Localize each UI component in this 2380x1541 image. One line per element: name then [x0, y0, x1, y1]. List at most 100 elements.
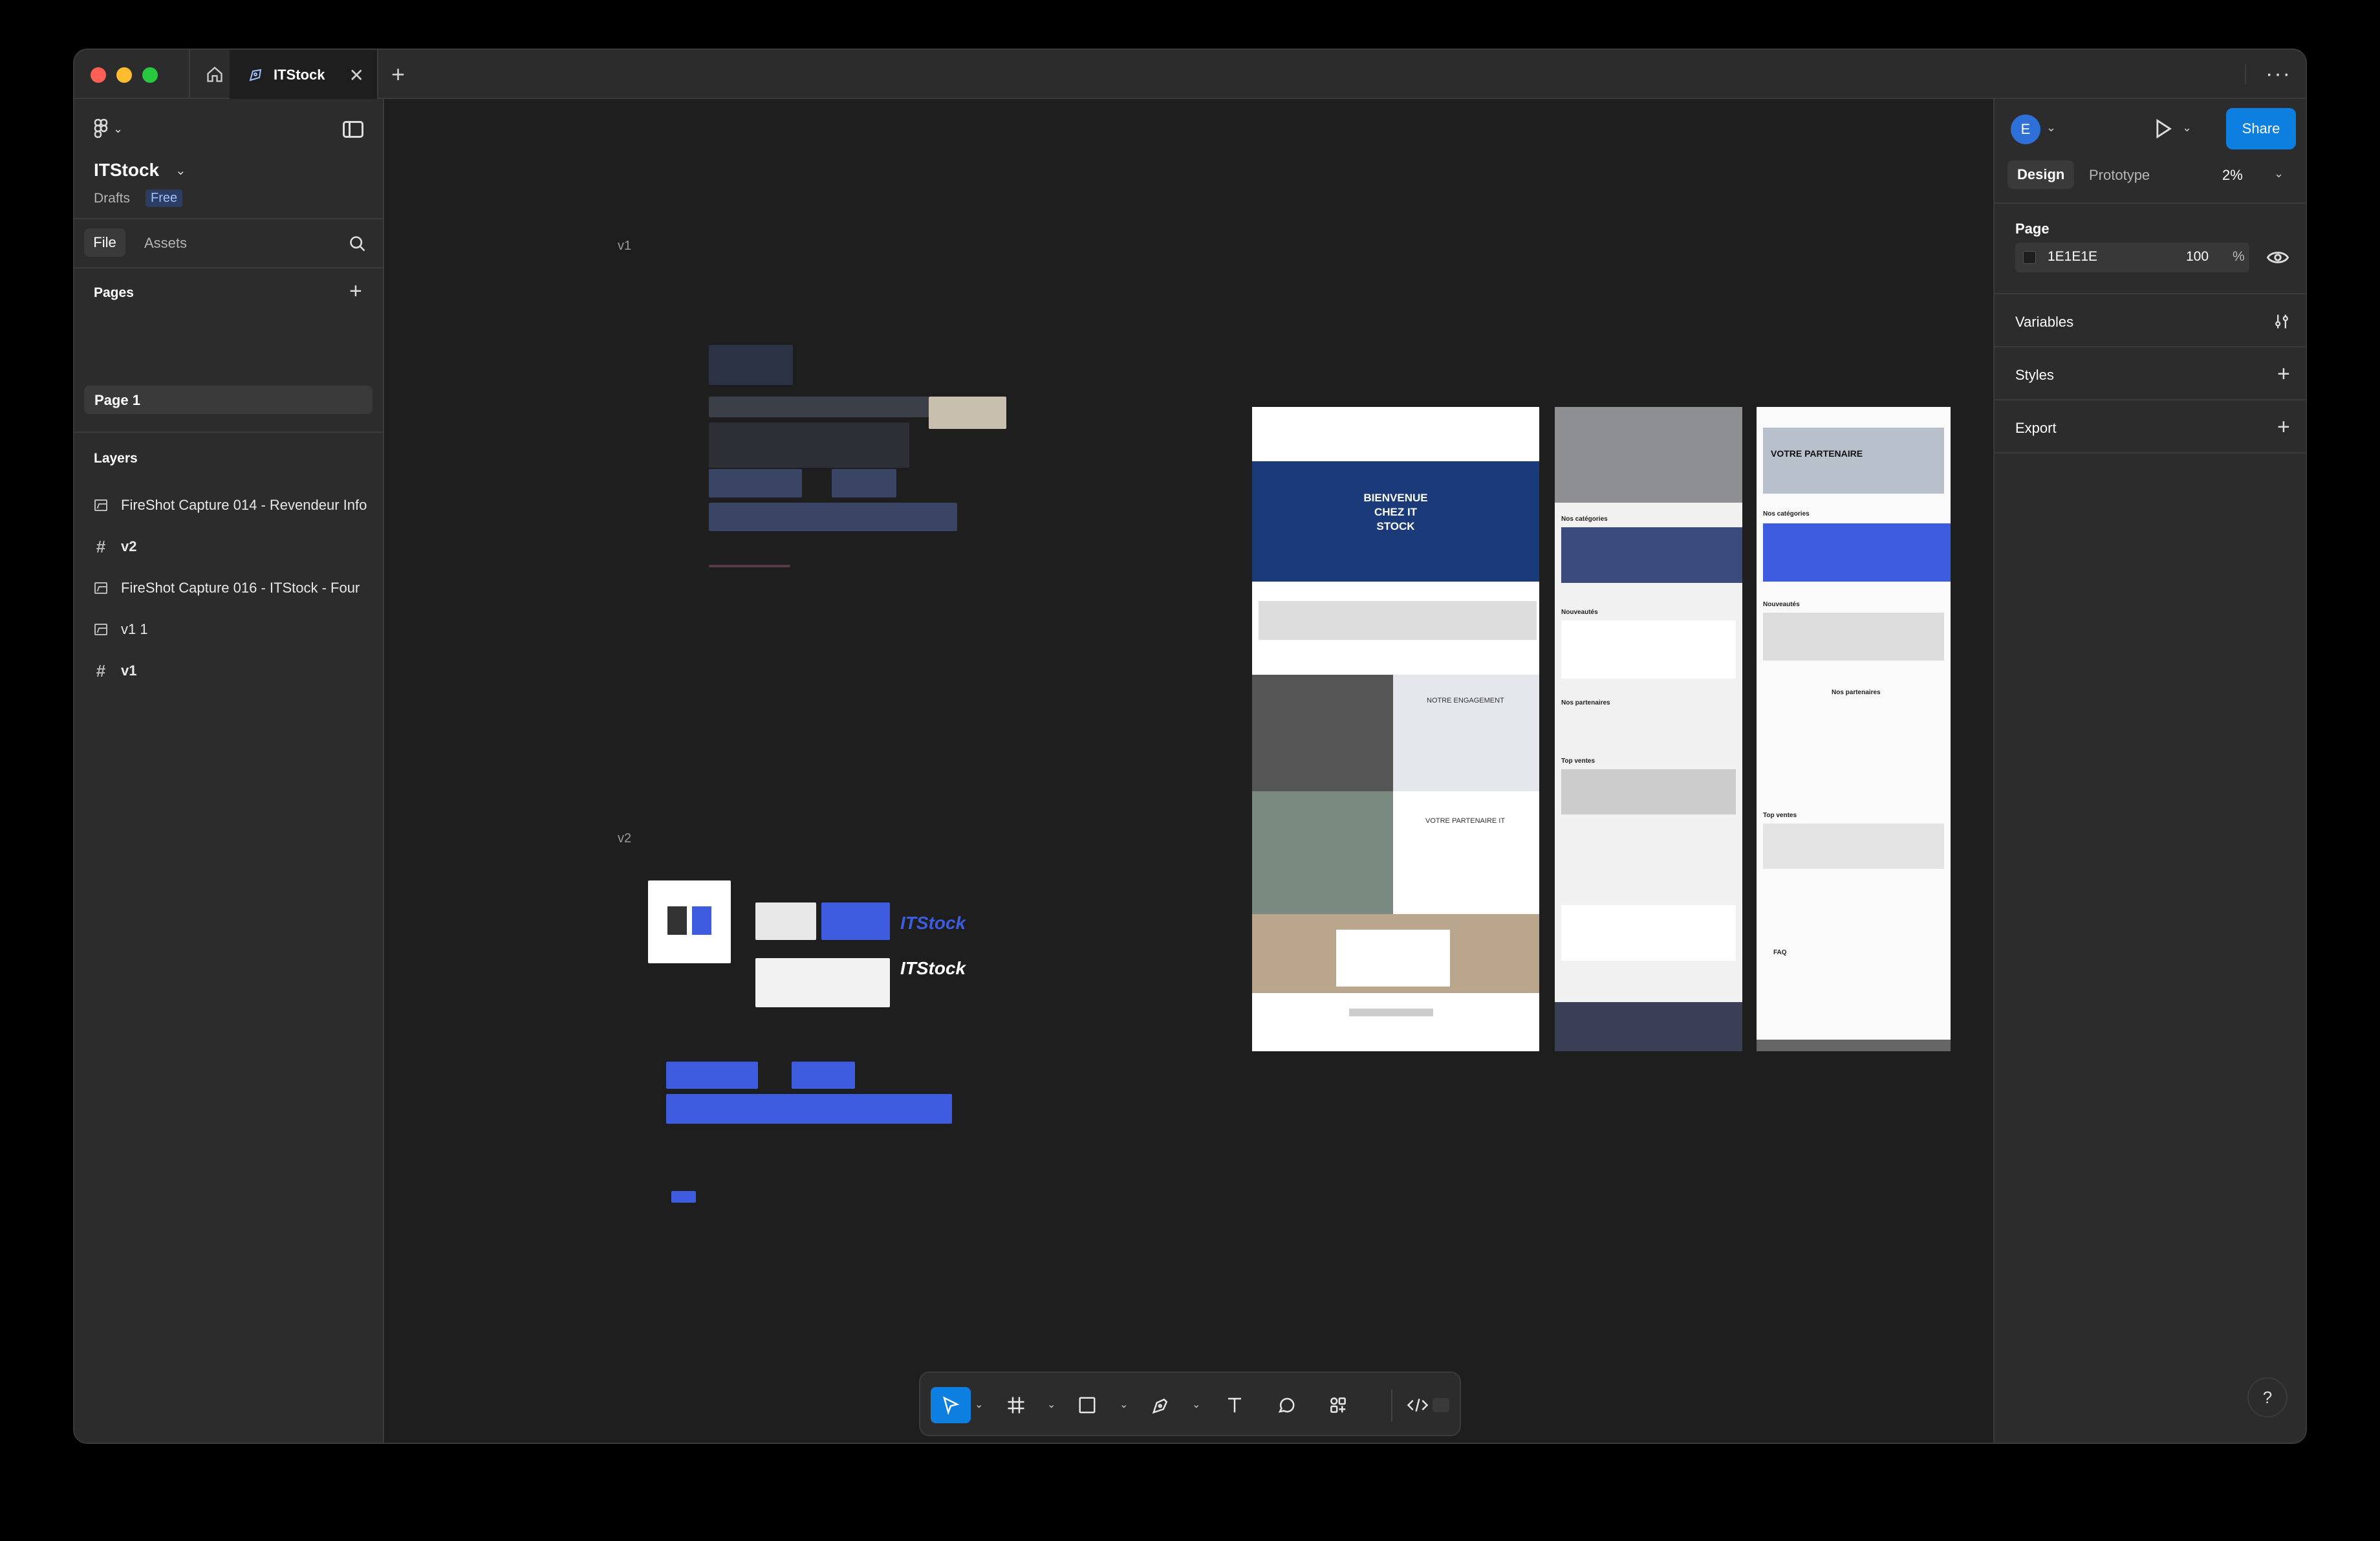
- page-heading: Page: [2015, 221, 2050, 237]
- website-mockup-v2[interactable]: Nos catégories Nouveautés Nos partenaire…: [1555, 407, 1742, 1051]
- variables-section[interactable]: Variables: [2015, 314, 2073, 331]
- divider: [74, 218, 383, 219]
- image-strip: [709, 503, 957, 531]
- chevron-down-icon[interactable]: ⌄: [2046, 121, 2056, 135]
- logo-variant: [755, 902, 816, 940]
- chevron-down-icon[interactable]: ⌄: [1120, 1395, 1128, 1414]
- tab-file[interactable]: File: [84, 228, 125, 257]
- styles-section[interactable]: Styles: [2015, 367, 2054, 384]
- more-options-icon[interactable]: ···: [2245, 63, 2291, 85]
- draft-file-icon: [249, 69, 262, 82]
- file-location[interactable]: Drafts: [94, 191, 130, 206]
- icon-strip: [792, 1062, 855, 1089]
- toggle-sidebar-icon[interactable]: [343, 121, 363, 138]
- layer-item[interactable]: FireShot Capture 016 - ITStock - Four: [94, 575, 378, 601]
- search-icon[interactable]: [349, 235, 367, 256]
- divider: [1995, 346, 2306, 347]
- color-swatch[interactable]: [2023, 251, 2036, 264]
- image-strip: [709, 422, 909, 468]
- pen-tool-button[interactable]: [1143, 1387, 1179, 1423]
- tab-design[interactable]: Design: [2007, 160, 2075, 189]
- section-title: Nos partenaires: [1832, 689, 1881, 696]
- section-title: Nouveautés: [1763, 601, 1800, 608]
- chevron-down-icon[interactable]: ⌄: [975, 1395, 983, 1414]
- actions-tool-button[interactable]: [1320, 1387, 1356, 1423]
- logo-variant: [821, 902, 890, 940]
- layer-label: v1 1: [121, 621, 148, 637]
- chevron-down-icon[interactable]: ⌄: [1047, 1395, 1055, 1414]
- variables-settings-icon[interactable]: [2273, 312, 2291, 334]
- app-window: ITStock ✕ + ··· ⌄ ITStock ⌄ Drafts Free …: [73, 49, 2307, 1444]
- hero-text: BIENVENUE CHEZ IT STOCK: [1363, 492, 1428, 532]
- minimize-window-button[interactable]: [116, 67, 132, 83]
- cursor-icon: [943, 1396, 960, 1415]
- image-strip: [929, 397, 1006, 429]
- add-style-icon[interactable]: +: [2277, 363, 2290, 385]
- layer-item[interactable]: # v2: [94, 534, 378, 560]
- frame-tool-button[interactable]: [998, 1387, 1034, 1423]
- user-avatar[interactable]: E: [2011, 115, 2040, 144]
- toolbar-divider: [1391, 1390, 1392, 1422]
- page-item-page-1[interactable]: Page 1: [84, 386, 373, 414]
- image-strip: [832, 469, 896, 497]
- divider: [1995, 452, 2306, 454]
- section-title: Nos partenaires: [1561, 699, 1610, 706]
- image-strip: [709, 397, 929, 417]
- chevron-down-icon[interactable]: ⌄: [1192, 1395, 1200, 1414]
- code-icon: [1407, 1398, 1429, 1412]
- chevron-down-icon[interactable]: ⌄: [2182, 121, 2192, 135]
- website-mockup-v1[interactable]: BIENVENUE CHEZ IT STOCK NOTRE ENGAGEMENT…: [1252, 407, 1539, 1051]
- section-title: Top ventes: [1763, 812, 1797, 819]
- small-button: [671, 1191, 696, 1203]
- share-button[interactable]: Share: [2226, 108, 2296, 149]
- help-button[interactable]: ?: [2247, 1377, 2288, 1417]
- text-tool-button[interactable]: [1217, 1387, 1253, 1423]
- play-icon: [2156, 118, 2172, 139]
- chevron-down-icon[interactable]: ⌄: [175, 162, 186, 179]
- tab-itstock[interactable]: ITStock ✕: [230, 50, 378, 100]
- main-menu-button[interactable]: ⌄: [94, 118, 123, 139]
- export-section[interactable]: Export: [2015, 420, 2057, 437]
- move-tool-button[interactable]: [931, 1387, 971, 1423]
- maximize-window-button[interactable]: [142, 67, 158, 83]
- divider: [1995, 202, 2306, 204]
- close-window-button[interactable]: [91, 67, 106, 83]
- website-mockup-v3[interactable]: VOTRE PARTENAIRE Nos catégories Nouveaut…: [1757, 407, 1951, 1051]
- new-tab-button[interactable]: +: [391, 61, 405, 87]
- tab-assets[interactable]: Assets: [144, 235, 187, 252]
- design-canvas[interactable]: v1 v2 ITStock ITStock BIENVENUE CHEZ IT …: [385, 99, 1993, 1443]
- fill-hex-value[interactable]: 1E1E1E: [2048, 249, 2097, 265]
- add-export-icon[interactable]: +: [2277, 416, 2290, 438]
- present-button[interactable]: [2154, 118, 2172, 142]
- section-title: FAQ: [1773, 949, 1787, 956]
- comment-tool-button[interactable]: [1268, 1387, 1304, 1423]
- layer-item[interactable]: # v1: [94, 658, 378, 684]
- file-name[interactable]: ITStock: [94, 160, 159, 180]
- tab-close-icon[interactable]: ✕: [349, 65, 364, 86]
- dev-mode-toggle[interactable]: [1400, 1387, 1456, 1423]
- rectangle-tool-button[interactable]: [1069, 1387, 1105, 1423]
- frame-icon: [1008, 1397, 1024, 1414]
- fill-opacity-value[interactable]: 100: [2186, 249, 2209, 265]
- bottom-toolbar: ⌄ ⌄ ⌄ ⌄: [919, 1372, 1461, 1436]
- tab-prototype[interactable]: Prototype: [2089, 167, 2150, 184]
- layer-item[interactable]: v1 1: [94, 617, 378, 642]
- v2-frame[interactable]: ITStock ITStock: [648, 880, 997, 1217]
- page-fill-field[interactable]: 1E1E1E 100 %: [2015, 243, 2249, 272]
- eye-icon[interactable]: [2266, 246, 2289, 272]
- layer-item[interactable]: FireShot Capture 014 - Revendeur Info: [94, 492, 378, 518]
- frame-label-v2[interactable]: v2: [618, 831, 631, 846]
- mockup-card: [755, 958, 890, 1007]
- chevron-down-icon[interactable]: ⌄: [2274, 167, 2284, 180]
- zoom-level[interactable]: 2%: [2222, 167, 2243, 184]
- chevron-down-icon: ⌄: [113, 122, 124, 135]
- v1-frame[interactable]: [709, 345, 1058, 681]
- section-title: VOTRE PARTENAIRE IT: [1425, 817, 1506, 825]
- divider: [74, 267, 383, 268]
- add-page-icon[interactable]: +: [349, 280, 362, 302]
- frame-label-v1[interactable]: v1: [618, 239, 631, 254]
- icon-strip: [666, 1062, 758, 1089]
- brand-wordmark: ITStock: [900, 958, 966, 978]
- banner-text: VOTRE PARTENAIRE: [1771, 448, 1863, 459]
- actions-icon: [1330, 1397, 1346, 1413]
